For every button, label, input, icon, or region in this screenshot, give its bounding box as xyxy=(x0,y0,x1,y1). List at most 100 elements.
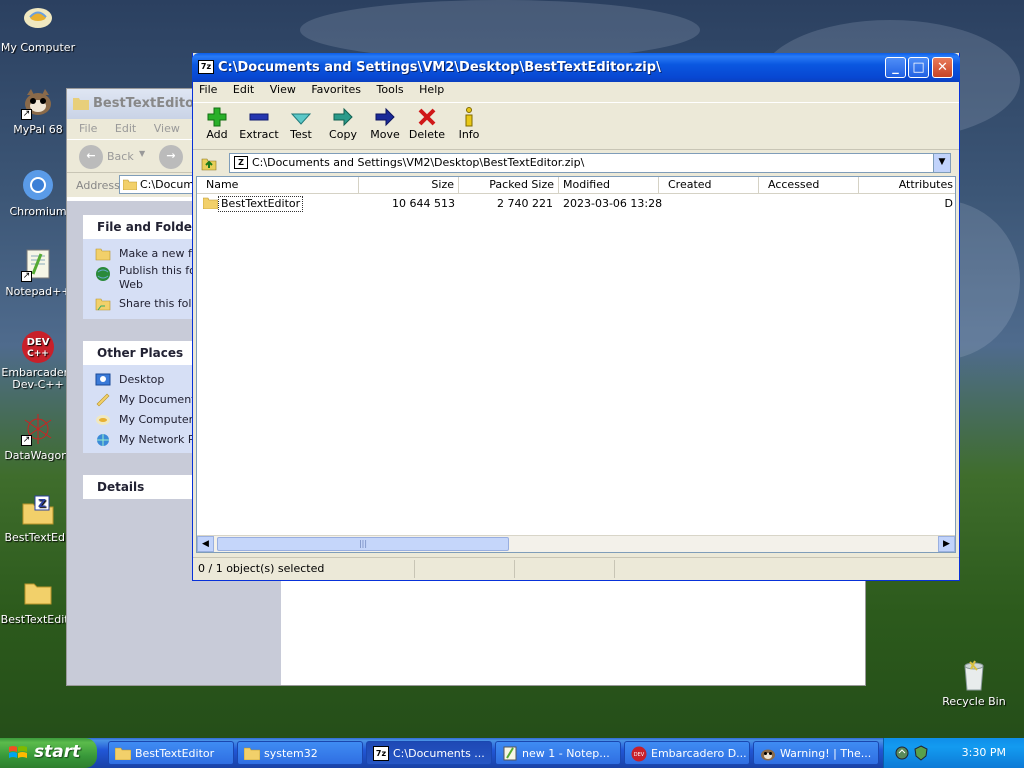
row-name: BestTextEditor xyxy=(218,196,304,212)
desktop-icon-recycle-bin[interactable]: Recycle Bin xyxy=(933,658,1015,708)
start-label: start xyxy=(34,742,81,762)
zip-address-bar: Z C:\Documents and Settings\VM2\Desktop\… xyxy=(193,149,959,175)
task-system32[interactable]: system32 xyxy=(237,741,363,765)
column-modified[interactable]: Modified xyxy=(559,177,659,193)
menu-file[interactable]: File xyxy=(199,83,217,96)
status-bar: 0 / 1 object(s) selected xyxy=(193,557,959,579)
notepad-plus-plus-icon: ↗ xyxy=(21,248,55,282)
menu-tools[interactable]: Tools xyxy=(377,83,404,96)
svg-text:Z: Z xyxy=(38,497,46,510)
start-button[interactable]: start xyxy=(0,738,97,768)
copy-button[interactable]: Copy xyxy=(322,106,364,141)
zip-path-field[interactable]: Z C:\Documents and Settings\VM2\Desktop\… xyxy=(229,153,951,173)
svg-text:C++: C++ xyxy=(27,349,49,359)
menu-help[interactable]: Help xyxy=(419,83,444,96)
computer-icon xyxy=(21,4,55,38)
explorer-title: BestTextEditor xyxy=(93,96,201,111)
zip-window: 7z C:\Documents and Settings\VM2\Desktop… xyxy=(192,53,960,581)
close-button[interactable]: ✕ xyxy=(932,57,953,78)
column-created[interactable]: Created xyxy=(659,177,759,193)
documents-icon xyxy=(95,392,111,408)
sevenzip-icon: 7z xyxy=(198,60,214,74)
clock[interactable]: 3:30 PM xyxy=(962,746,1006,759)
column-size[interactable]: Size xyxy=(359,177,459,193)
extract-button[interactable]: Extract xyxy=(238,106,280,141)
info-button[interactable]: Info xyxy=(448,106,490,141)
add-button[interactable]: Add xyxy=(196,106,238,141)
menu-edit[interactable]: Edit xyxy=(233,83,254,96)
system-tray: 3:30 PM xyxy=(883,738,1024,768)
chevron-down-icon[interactable]: ▼ xyxy=(139,149,145,158)
status-divider xyxy=(414,560,415,578)
status-text: 0 / 1 object(s) selected xyxy=(198,562,325,575)
column-attributes[interactable]: Attributes xyxy=(859,177,955,193)
task-besttexteditor[interactable]: BestTextEditor xyxy=(108,741,234,765)
new-folder-icon xyxy=(95,246,111,262)
recycle-bin-icon xyxy=(957,658,991,692)
archive-icon: Z xyxy=(234,156,248,169)
folder-up-icon[interactable] xyxy=(201,155,217,171)
row-size: 10 644 513 xyxy=(392,197,455,210)
sevenzip-icon: 7z xyxy=(373,746,389,761)
move-arrow-icon xyxy=(364,106,406,128)
folder-icon xyxy=(21,576,55,610)
column-name[interactable]: Name xyxy=(197,177,359,193)
file-list: Name Size Packed Size Modified Created A… xyxy=(196,176,956,553)
task-embarcadero[interactable]: DEV Embarcadero D... xyxy=(624,741,750,765)
folder-icon xyxy=(243,746,261,761)
mypal-icon xyxy=(760,746,776,761)
folder-icon xyxy=(122,179,138,191)
row-attributes: D xyxy=(944,197,953,210)
file-list-header: Name Size Packed Size Modified Created A… xyxy=(197,177,955,194)
menu-favorites[interactable]: Favorites xyxy=(311,83,361,96)
chevron-down-icon[interactable]: ▼ xyxy=(933,154,950,172)
datawagon-icon: ↗ xyxy=(21,412,55,446)
security-shield-icon[interactable] xyxy=(913,745,929,761)
address-label: Address xyxy=(76,179,120,192)
back-button-label[interactable]: Back xyxy=(107,150,134,163)
explorer-menu-edit[interactable]: Edit xyxy=(115,122,136,135)
zip-title: C:\Documents and Settings\VM2\Desktop\Be… xyxy=(218,60,661,75)
minimize-button[interactable]: _ xyxy=(885,57,906,78)
desktop-icon-my-computer[interactable]: My Computer xyxy=(0,4,79,54)
network-status-icon[interactable] xyxy=(894,745,910,761)
back-arrow-icon[interactable]: ← xyxy=(79,145,103,169)
explorer-menu-view[interactable]: View xyxy=(154,122,180,135)
forward-arrow-icon[interactable]: → xyxy=(159,145,183,169)
delete-button[interactable]: Delete xyxy=(406,106,448,141)
svg-text:DEV: DEV xyxy=(634,752,645,758)
column-packed-size[interactable]: Packed Size xyxy=(459,177,559,193)
test-button[interactable]: Test xyxy=(280,106,322,141)
task-sevenzip[interactable]: 7z C:\Documents ... xyxy=(366,741,492,765)
folder-icon xyxy=(114,746,132,761)
devcpp-icon: DEV xyxy=(631,746,647,762)
zip-titlebar[interactable]: 7z C:\Documents and Settings\VM2\Desktop… xyxy=(192,53,960,82)
folder-icon xyxy=(73,97,89,110)
network-icon xyxy=(95,432,111,448)
maximize-button[interactable]: □ xyxy=(908,57,929,78)
folder-icon xyxy=(202,197,219,214)
zip-toolbar: Add Extract Test Copy Move Delete Info xyxy=(193,102,959,147)
horizontal-scrollbar[interactable]: ◀ ||| ▶ xyxy=(197,535,955,552)
status-divider xyxy=(514,560,515,578)
desktop-icon xyxy=(95,372,111,388)
taskbar: start BestTextEditor system32 7z C:\Docu… xyxy=(0,738,1024,768)
task-warning-browser[interactable]: Warning! | The... xyxy=(753,741,879,765)
status-divider xyxy=(614,560,615,578)
row-modified: 2023-03-06 13:28 xyxy=(563,197,663,210)
move-button[interactable]: Move xyxy=(364,106,406,141)
info-icon xyxy=(448,106,490,128)
notepad-plus-plus-icon xyxy=(502,746,518,761)
task-notepad[interactable]: new 1 - Notep... xyxy=(495,741,621,765)
windows-flag-icon xyxy=(8,744,28,762)
scroll-right-icon[interactable]: ▶ xyxy=(938,536,955,552)
cloud xyxy=(300,0,700,60)
computer-icon xyxy=(95,412,111,428)
scroll-left-icon[interactable]: ◀ xyxy=(197,536,214,552)
column-accessed[interactable]: Accessed xyxy=(759,177,859,193)
zip-menubar: File Edit View Favorites Tools Help xyxy=(193,82,959,101)
menu-view[interactable]: View xyxy=(270,83,296,96)
copy-arrow-icon xyxy=(322,106,364,128)
scrollbar-thumb[interactable]: ||| xyxy=(217,537,509,551)
explorer-menu-file[interactable]: File xyxy=(79,122,97,135)
